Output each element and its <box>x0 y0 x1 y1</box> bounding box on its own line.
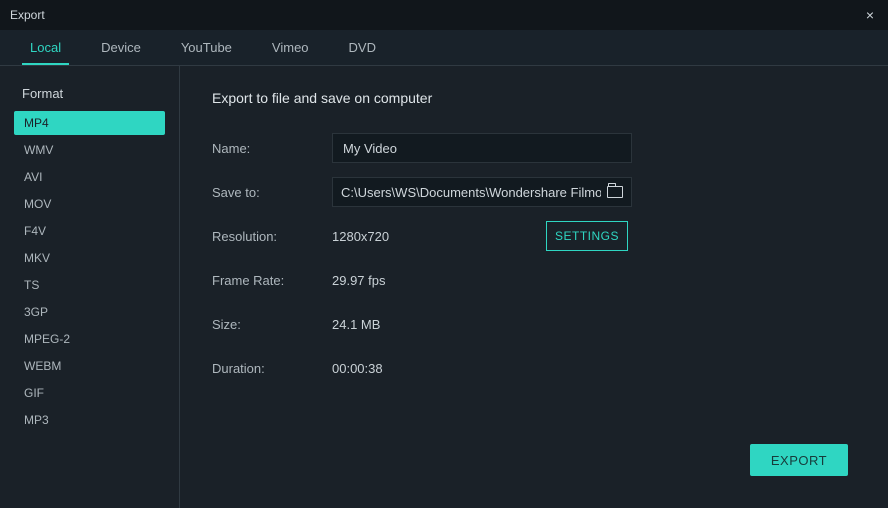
format-item-gif[interactable]: GIF <box>14 381 165 405</box>
saveto-field[interactable]: C:\Users\WS\Documents\Wondershare Filmor… <box>332 177 632 207</box>
window-title: Export <box>10 8 45 22</box>
tab-device[interactable]: Device <box>81 30 161 65</box>
resolution-value: 1280x720 <box>332 229 389 244</box>
format-item-mpeg2[interactable]: MPEG-2 <box>14 327 165 351</box>
export-window: Export × Local Device YouTube Vimeo DVD … <box>0 0 888 508</box>
size-label: Size: <box>212 317 332 332</box>
close-icon[interactable]: × <box>862 7 878 23</box>
name-input[interactable] <box>332 133 632 163</box>
settings-button[interactable]: SETTINGS <box>546 221 628 251</box>
row-saveto: Save to: C:\Users\WS\Documents\Wondersha… <box>212 170 860 214</box>
saveto-path: C:\Users\WS\Documents\Wondershare Filmor… <box>341 185 601 200</box>
export-button[interactable]: EXPORT <box>750 444 848 476</box>
sidebar-title: Format <box>14 86 165 111</box>
format-item-avi[interactable]: AVI <box>14 165 165 189</box>
row-duration: Duration: 00:00:38 <box>212 346 860 390</box>
tab-dvd[interactable]: DVD <box>329 30 396 65</box>
format-item-mp4[interactable]: MP4 <box>14 111 165 135</box>
tabbar: Local Device YouTube Vimeo DVD <box>0 30 888 66</box>
folder-icon[interactable] <box>607 186 623 198</box>
row-name: Name: <box>212 126 860 170</box>
size-value: 24.1 MB <box>332 317 380 332</box>
tab-youtube[interactable]: YouTube <box>161 30 252 65</box>
duration-label: Duration: <box>212 361 332 376</box>
row-framerate: Frame Rate: 29.97 fps <box>212 258 860 302</box>
format-item-f4v[interactable]: F4V <box>14 219 165 243</box>
format-item-wmv[interactable]: WMV <box>14 138 165 162</box>
titlebar: Export × <box>0 0 888 30</box>
row-resolution: Resolution: 1280x720 SETTINGS <box>212 214 860 258</box>
main-heading: Export to file and save on computer <box>212 90 860 106</box>
format-item-3gp[interactable]: 3GP <box>14 300 165 324</box>
framerate-label: Frame Rate: <box>212 273 332 288</box>
format-item-webm[interactable]: WEBM <box>14 354 165 378</box>
saveto-label: Save to: <box>212 185 332 200</box>
tab-vimeo[interactable]: Vimeo <box>252 30 329 65</box>
row-size: Size: 24.1 MB <box>212 302 860 346</box>
tab-local[interactable]: Local <box>10 30 81 65</box>
format-item-mkv[interactable]: MKV <box>14 246 165 270</box>
framerate-value: 29.97 fps <box>332 273 386 288</box>
format-item-mp3[interactable]: MP3 <box>14 408 165 432</box>
content: Format MP4 WMV AVI MOV F4V MKV TS 3GP MP… <box>0 66 888 508</box>
duration-value: 00:00:38 <box>332 361 383 376</box>
format-item-mov[interactable]: MOV <box>14 192 165 216</box>
main-panel: Export to file and save on computer Name… <box>180 66 888 508</box>
format-item-ts[interactable]: TS <box>14 273 165 297</box>
name-label: Name: <box>212 141 332 156</box>
sidebar: Format MP4 WMV AVI MOV F4V MKV TS 3GP MP… <box>0 66 180 508</box>
resolution-label: Resolution: <box>212 229 332 244</box>
